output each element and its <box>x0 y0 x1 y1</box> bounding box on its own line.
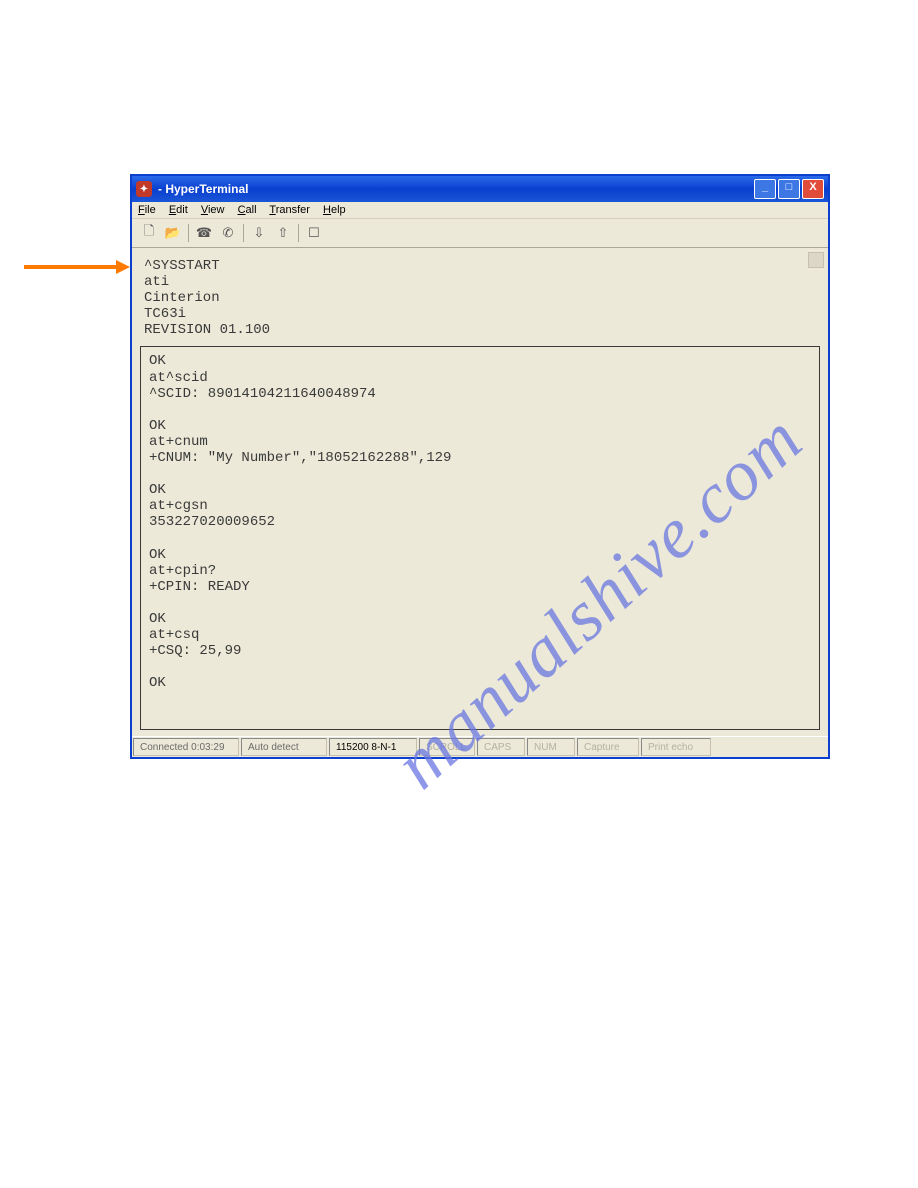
status-caps: CAPS <box>477 738 525 756</box>
title-bar[interactable]: ✦ - HyperTerminal _ □ X <box>132 176 828 202</box>
terminal-output[interactable]: OK at^scid ^SCID: 89014104211640048974 O… <box>140 346 820 730</box>
hangup-icon[interactable]: ✆ <box>217 222 239 244</box>
open-file-icon[interactable]: 📂 <box>162 222 184 244</box>
status-baud: 115200 8-N-1 <box>329 738 417 756</box>
call-icon[interactable]: ☎ <box>193 222 215 244</box>
menu-view[interactable]: View <box>201 204 225 216</box>
status-num: NUM <box>527 738 575 756</box>
menu-help[interactable]: Help <box>323 204 346 216</box>
menu-transfer[interactable]: Transfer <box>269 204 310 216</box>
maximize-button[interactable]: □ <box>778 179 800 199</box>
hyperterminal-window: ✦ - HyperTerminal _ □ X File Edit View C… <box>130 174 830 759</box>
status-connected: Connected 0:03:29 <box>133 738 239 756</box>
menu-file[interactable]: File <box>138 204 156 216</box>
callout-arrow <box>24 260 134 274</box>
content-area: ^SYSSTART ati Cinterion TC63i REVISION 0… <box>132 248 828 736</box>
app-icon: ✦ <box>136 181 152 197</box>
menu-bar: File Edit View Call Transfer Help <box>132 202 828 219</box>
toolbar: 🗋 📂 ☎ ✆ ⇩ ⇧ ☐ <box>132 219 828 248</box>
close-button[interactable]: X <box>802 179 824 199</box>
status-capture: Capture <box>577 738 639 756</box>
status-scroll: SCROLL <box>419 738 475 756</box>
status-echo: Print echo <box>641 738 711 756</box>
receive-icon[interactable]: ⇧ <box>272 222 294 244</box>
send-icon[interactable]: ⇩ <box>248 222 270 244</box>
properties-icon[interactable]: ☐ <box>303 222 325 244</box>
toolbar-separator <box>243 224 244 242</box>
new-file-icon[interactable]: 🗋 <box>138 222 160 244</box>
menu-call[interactable]: Call <box>238 204 257 216</box>
toolbar-separator <box>298 224 299 242</box>
scroll-up-button[interactable] <box>808 252 824 268</box>
menu-edit[interactable]: Edit <box>169 204 188 216</box>
terminal-header-output: ^SYSSTART ati Cinterion TC63i REVISION 0… <box>140 258 820 346</box>
status-detect: Auto detect <box>241 738 327 756</box>
minimize-button[interactable]: _ <box>754 179 776 199</box>
window-title: - HyperTerminal <box>158 182 754 196</box>
status-bar: Connected 0:03:29 Auto detect 115200 8-N… <box>132 736 828 757</box>
toolbar-separator <box>188 224 189 242</box>
